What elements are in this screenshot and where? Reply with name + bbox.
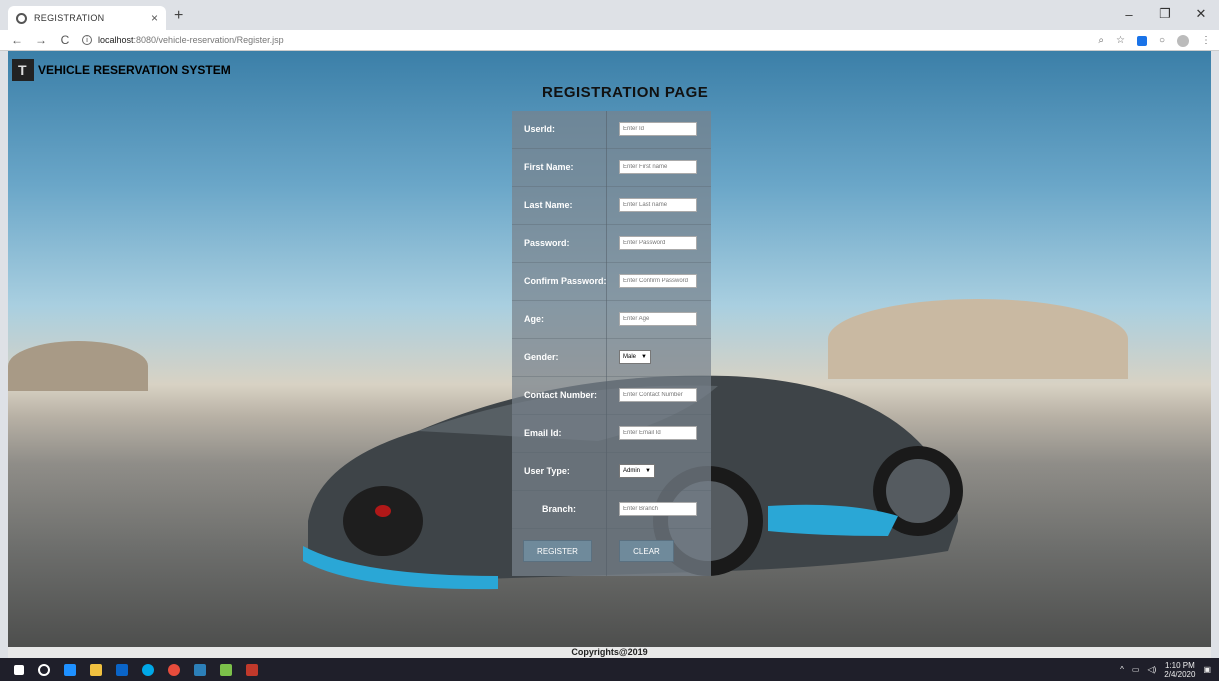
user-type-label: User Type: xyxy=(524,466,570,476)
contact-number-input[interactable] xyxy=(619,388,697,402)
url-field[interactable]: i localhost :8080/vehicle-reservation/Re… xyxy=(82,35,284,45)
registration-form: UserId: First Name: Last Name: Password:… xyxy=(512,111,711,576)
app-icon[interactable] xyxy=(194,663,206,676)
password-input[interactable] xyxy=(619,236,697,250)
clear-button[interactable]: CLEAR xyxy=(619,540,674,562)
form-row-last-name: Last Name: xyxy=(512,187,711,225)
userid-input[interactable] xyxy=(619,122,697,136)
system-clock[interactable]: 1:10 PM 2/4/2020 xyxy=(1164,661,1195,679)
new-tab-button[interactable]: + xyxy=(174,7,183,25)
confirm-password-label: Confirm Password: xyxy=(524,276,607,286)
clock-date: 2/4/2020 xyxy=(1164,669,1196,679)
gender-selected-value: Male xyxy=(623,354,637,360)
file-explorer-icon[interactable] xyxy=(90,663,102,676)
restore-button[interactable]: ❐ xyxy=(1147,0,1183,28)
skype-icon[interactable] xyxy=(142,663,154,676)
profile-avatar-icon[interactable] xyxy=(1177,34,1189,47)
form-row-userid: UserId: xyxy=(512,111,711,149)
notepad-icon[interactable] xyxy=(220,663,232,676)
register-button[interactable]: REGISTER xyxy=(523,540,592,562)
brand-name: VEHICLE RESERVATION SYSTEM xyxy=(38,63,231,77)
address-bar: ← → C i localhost :8080/vehicle-reservat… xyxy=(0,30,1219,51)
forward-button[interactable]: → xyxy=(34,33,48,47)
notification-icon[interactable]: ▣ xyxy=(1203,665,1211,674)
eclipse-icon[interactable] xyxy=(246,663,258,676)
tray-chevron-icon[interactable]: ^ xyxy=(1120,665,1124,674)
close-tab-icon[interactable]: × xyxy=(151,11,158,25)
first-name-label: First Name: xyxy=(524,162,574,172)
reload-button[interactable]: C xyxy=(58,33,72,47)
age-input[interactable] xyxy=(619,312,697,326)
user-type-selected-value: Admin xyxy=(623,468,641,474)
gender-select[interactable]: Male ▼ xyxy=(619,350,651,364)
network-icon[interactable]: ▭ xyxy=(1132,665,1140,674)
close-window-button[interactable]: ✕ xyxy=(1183,0,1219,28)
form-row-email: Email Id: xyxy=(512,415,711,453)
gender-label: Gender: xyxy=(524,352,559,362)
userid-label: UserId: xyxy=(524,124,556,134)
password-label: Password: xyxy=(524,238,570,248)
dropdown-arrow-icon: ▼ xyxy=(641,354,647,360)
browser-tab-bar: REGISTRATION × + – ❐ ✕ xyxy=(0,0,1219,30)
form-row-branch: Branch: xyxy=(512,491,711,529)
back-button[interactable]: ← xyxy=(10,33,24,47)
branch-input[interactable] xyxy=(619,502,697,516)
browser-tab[interactable]: REGISTRATION × xyxy=(8,6,166,30)
branch-label: Branch: xyxy=(542,504,577,514)
background-rocks xyxy=(8,341,148,391)
form-row-age: Age: xyxy=(512,301,711,339)
volume-icon[interactable]: ◁) xyxy=(1147,665,1156,674)
toolbar-right: ⌕ ☆ ○ ⋮ xyxy=(1098,30,1211,51)
form-row-first-name: First Name: xyxy=(512,149,711,187)
dropdown-arrow-icon: ▼ xyxy=(645,468,651,474)
site-favicon-icon xyxy=(16,12,27,24)
user-type-select[interactable]: Admin ▼ xyxy=(619,464,655,478)
form-row-password: Password: xyxy=(512,225,711,263)
bookmark-star-icon[interactable]: ☆ xyxy=(1116,35,1125,46)
contact-number-label: Contact Number: xyxy=(524,390,598,400)
email-label: Email Id: xyxy=(524,428,562,438)
confirm-password-input[interactable] xyxy=(619,274,697,288)
brand-logo-icon xyxy=(12,59,34,81)
tab-title: REGISTRATION xyxy=(34,13,105,23)
chrome-icon[interactable] xyxy=(168,663,180,676)
age-label: Age: xyxy=(524,314,544,324)
extension-circle-icon[interactable]: ○ xyxy=(1159,35,1165,46)
form-row-gender: Gender: Male ▼ xyxy=(512,339,711,377)
extension-icon[interactable] xyxy=(1136,35,1147,46)
windows-start-icon[interactable] xyxy=(14,664,24,675)
minimize-button[interactable]: – xyxy=(1111,0,1147,28)
edge-browser-icon[interactable] xyxy=(64,663,76,676)
page-viewport: VEHICLE RESERVATION SYSTEM REGISTRATION … xyxy=(8,51,1211,658)
form-row-confirm-password: Confirm Password: xyxy=(512,263,711,301)
site-info-icon[interactable]: i xyxy=(82,35,92,45)
outlook-icon[interactable] xyxy=(116,663,128,676)
url-path: :8080/vehicle-reservation/Register.jsp xyxy=(133,35,284,45)
form-row-contact-number: Contact Number: xyxy=(512,377,711,415)
brand: VEHICLE RESERVATION SYSTEM xyxy=(12,59,231,81)
last-name-label: Last Name: xyxy=(524,200,573,210)
taskbar: ^ ▭ ◁) 1:10 PM 2/4/2020 ▣ xyxy=(0,658,1219,681)
form-row-user-type: User Type: Admin ▼ xyxy=(512,453,711,491)
page-footer: Copyrights@2019 xyxy=(8,647,1211,658)
system-tray: ^ ▭ ◁) 1:10 PM 2/4/2020 ▣ xyxy=(1120,658,1211,681)
menu-kebab-icon[interactable]: ⋮ xyxy=(1201,35,1211,46)
search-icon[interactable] xyxy=(38,663,50,676)
last-name-input[interactable] xyxy=(619,198,697,212)
first-name-input[interactable] xyxy=(619,160,697,174)
window-controls: – ❐ ✕ xyxy=(1111,0,1219,28)
email-input[interactable] xyxy=(619,426,697,440)
page-title: REGISTRATION PAGE xyxy=(542,84,709,101)
zoom-icon[interactable]: ⌕ xyxy=(1098,35,1104,46)
clock-time: 1:10 PM xyxy=(1164,660,1195,670)
url-host: localhost xyxy=(98,35,134,45)
